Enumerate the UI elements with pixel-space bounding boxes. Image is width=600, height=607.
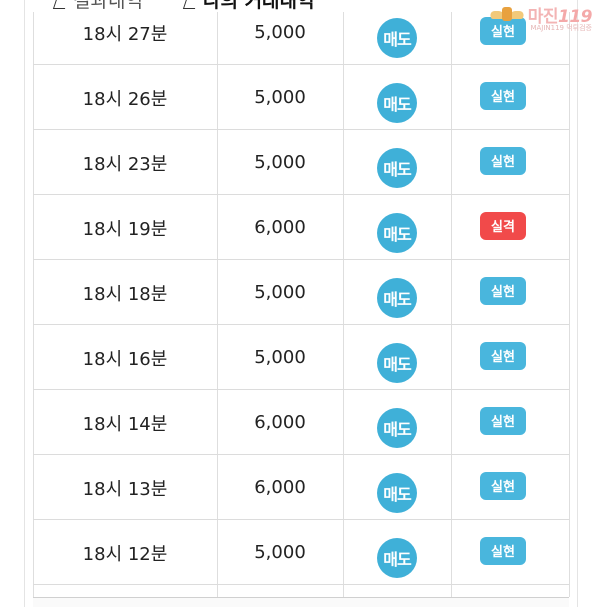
table-border-right [569, 12, 570, 597]
result-success-badge: 실현 [480, 406, 526, 435]
trade-type-cell: 매도 [343, 260, 451, 325]
table-row: 18시 14분 6,000 매도 실현 [33, 390, 569, 455]
result-success-badge: 실현 [480, 471, 526, 500]
trade-result-cell: 실현 [451, 130, 569, 195]
table-row: 18시 16분 5,000 매도 실현 [33, 325, 569, 390]
sell-badge: 매도 [377, 537, 417, 578]
trade-amount-cell: 5,000 [217, 65, 343, 130]
trade-type-cell: 매도 [343, 455, 451, 520]
trade-time: 18시 26분 [82, 88, 168, 110]
trade-time-cell: 18시 12분 [33, 520, 217, 585]
trade-time-cell: 18시 26분 [33, 65, 217, 130]
sell-badge: 매도 [377, 17, 417, 58]
table-row: 18시 13분 6,000 매도 실현 [33, 455, 569, 520]
trade-amount: 5,000 [254, 347, 306, 368]
trade-time: 18시 19분 [82, 218, 168, 240]
watermark-subtitle: MAJIN119 먹튀검증 [530, 24, 592, 32]
trade-type-cell: 매도 [343, 520, 451, 585]
result-success-badge: 실현 [480, 536, 526, 565]
tab-bracket-icon [52, 0, 72, 9]
trade-amount-cell: 5,000 [217, 260, 343, 325]
sell-badge: 매도 [377, 82, 417, 123]
trade-type-cell: 매도 [343, 65, 451, 130]
trade-amount-cell: 6,000 [217, 390, 343, 455]
trade-result-cell: 실현 [451, 455, 569, 520]
trade-result-cell: 실현 [451, 65, 569, 130]
sell-badge: 매도 [377, 277, 417, 318]
winged-emblem-icon [488, 5, 526, 25]
trade-time: 18시 14분 [82, 413, 168, 435]
trade-time-cell: 18시 13분 [33, 455, 217, 520]
trade-amount: 6,000 [254, 217, 306, 238]
trade-time-cell: 18시 19분 [33, 195, 217, 260]
trade-amount: 5,000 [254, 542, 306, 563]
result-success-badge: 실현 [480, 341, 526, 370]
trade-amount: 5,000 [254, 87, 306, 108]
trade-amount-cell: 6,000 [217, 195, 343, 260]
trade-result-cell: 실현 [451, 390, 569, 455]
right-gutter-line [577, 0, 578, 607]
result-success-badge: 실현 [480, 276, 526, 305]
trade-result-cell: 실현 [451, 325, 569, 390]
trade-result-cell: 실현 [451, 520, 569, 585]
trade-time: 18시 18분 [82, 283, 168, 305]
result-success-badge: 실현 [480, 146, 526, 175]
trade-amount: 6,000 [254, 412, 306, 433]
tab-results[interactable]: 결과내역 [52, 0, 143, 13]
result-success-badge: 실현 [480, 81, 526, 110]
trade-amount-cell: 5,000 [217, 520, 343, 585]
trade-amount: 5,000 [254, 152, 306, 173]
trade-amount-cell: 5,000 [217, 130, 343, 195]
watermark-logo: 마진119 MAJIN119 먹튀검증 [488, 2, 593, 32]
tab-my-trades-label: 나의 거래내역 [203, 0, 315, 12]
tab-results-label: 결과내역 [73, 0, 143, 12]
trade-time: 18시 13분 [82, 478, 168, 500]
trade-time-cell: 18시 23분 [33, 130, 217, 195]
trade-amount: 5,000 [254, 22, 306, 43]
table-row: 18시 23분 5,000 매도 실현 [33, 130, 569, 195]
result-fail-badge: 실격 [480, 211, 526, 240]
trade-amount: 5,000 [254, 282, 306, 303]
trade-type-cell: 매도 [343, 390, 451, 455]
table-row: 18시 18분 5,000 매도 실현 [33, 260, 569, 325]
trade-result-cell: 실격 [451, 195, 569, 260]
trade-amount: 6,000 [254, 477, 306, 498]
table-row: 18시 19분 6,000 매도 실격 [33, 195, 569, 260]
sell-badge: 매도 [377, 342, 417, 383]
trade-time-cell: 18시 16분 [33, 325, 217, 390]
sell-badge: 매도 [377, 147, 417, 188]
trade-time: 18시 27분 [82, 23, 168, 45]
sell-badge: 매도 [377, 407, 417, 448]
tab-my-trades[interactable]: 나의 거래내역 [182, 0, 315, 13]
tab-bracket-icon [182, 0, 202, 9]
left-gutter-line [24, 0, 25, 607]
table-row: 18시 26분 5,000 매도 실현 [33, 65, 569, 130]
trade-history-page: 결과내역 나의 거래내역 마진119 MAJIN119 먹튀검증 18시 27분… [0, 0, 600, 607]
table-row: 18시 12분 5,000 매도 실현 [33, 520, 569, 585]
trade-time: 18시 23분 [82, 153, 168, 175]
trade-time-cell: 18시 18분 [33, 260, 217, 325]
sell-badge: 매도 [377, 472, 417, 513]
trade-type-cell: 매도 [343, 130, 451, 195]
trade-time-cell: 18시 14분 [33, 390, 217, 455]
trade-amount-cell: 5,000 [217, 325, 343, 390]
trade-amount-cell: 6,000 [217, 455, 343, 520]
next-row-edge [33, 597, 569, 607]
trade-result-cell: 실현 [451, 260, 569, 325]
trade-type-cell: 매도 [343, 325, 451, 390]
trade-time: 18시 12분 [82, 543, 168, 565]
sell-badge: 매도 [377, 212, 417, 253]
trade-time: 18시 16분 [82, 348, 168, 370]
trade-type-cell: 매도 [343, 195, 451, 260]
